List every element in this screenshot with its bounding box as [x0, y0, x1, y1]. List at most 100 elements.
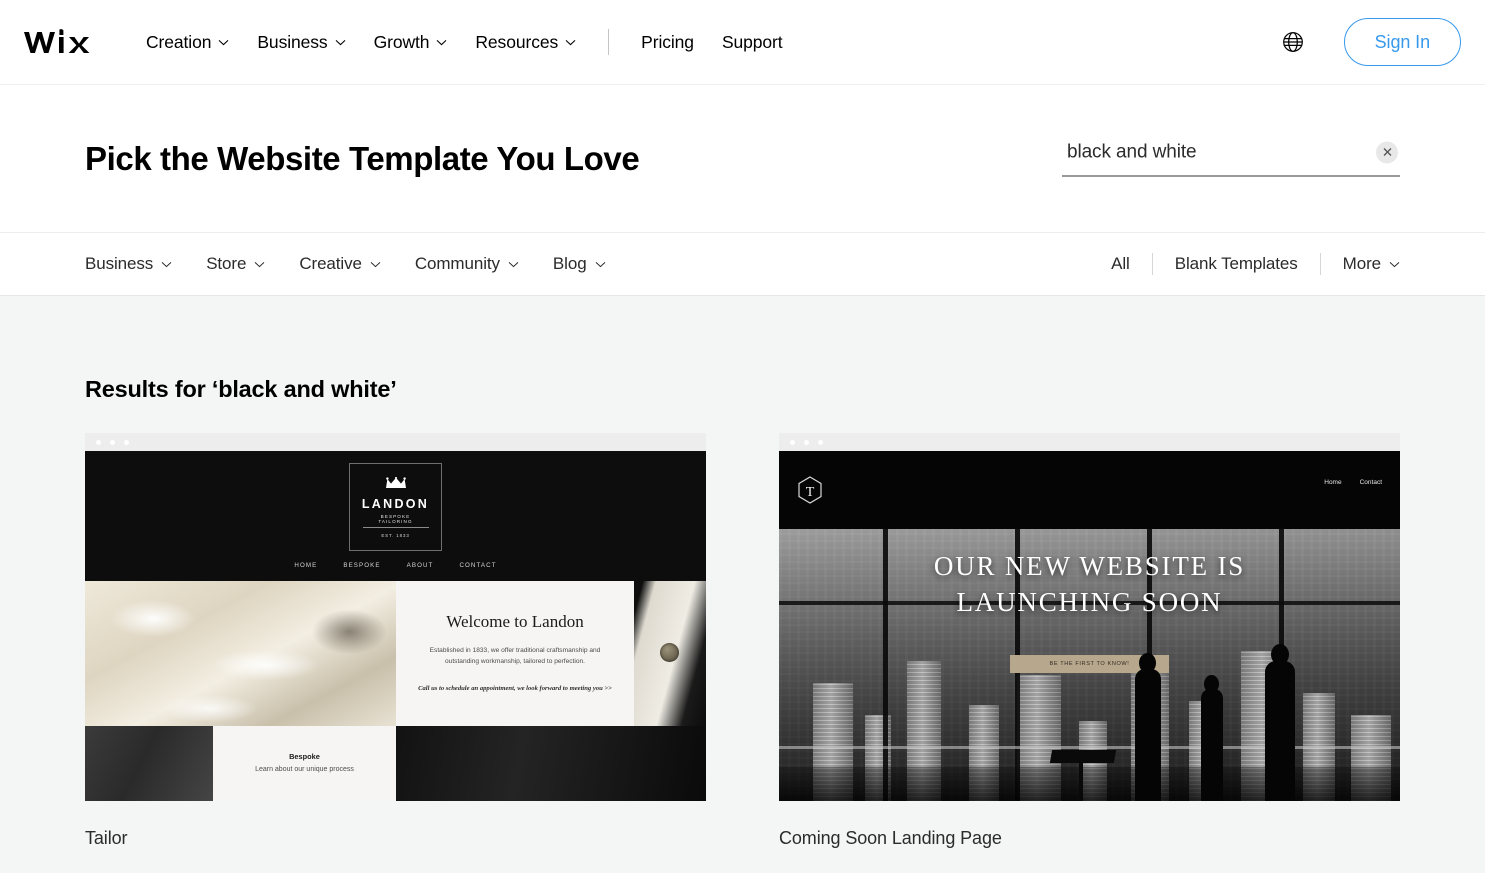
sign-in-label: Sign In: [1375, 32, 1430, 53]
headline-line-1: OUR NEW WEBSITE IS: [779, 549, 1400, 585]
category-label: Blog: [553, 254, 587, 274]
category-community[interactable]: Community: [398, 254, 536, 274]
headline-line-2: LAUNCHING SOON: [779, 585, 1400, 621]
landon-brand-name: LANDON: [362, 498, 429, 511]
nav-item-growth[interactable]: Growth: [360, 0, 462, 84]
chevron-down-icon: [370, 261, 381, 268]
chevron-down-icon: [595, 261, 606, 268]
browser-chrome-bar: [85, 433, 706, 451]
category-creative[interactable]: Creative: [282, 254, 398, 274]
chevron-down-icon: [254, 261, 265, 268]
filter-label: All: [1111, 254, 1130, 274]
landon-tagline: BESPOKE TAILORING: [363, 514, 429, 528]
page-title: Pick the Website Template You Love: [85, 140, 639, 178]
chevron-down-icon: [565, 39, 576, 46]
podium: [1050, 750, 1116, 763]
template-caption: Tailor: [85, 828, 706, 849]
nav-item-business[interactable]: Business: [243, 0, 359, 84]
landon-header: LANDON BESPOKE TAILORING EST. 1833 HOME …: [85, 451, 706, 581]
cream-fabric-image: [85, 581, 396, 726]
coming-soon-nav-contact[interactable]: Contact: [1360, 479, 1382, 486]
chevron-down-icon: [1389, 261, 1400, 268]
svg-text:T: T: [806, 485, 815, 500]
category-label: Creative: [299, 254, 362, 274]
chevron-down-icon: [335, 39, 346, 46]
template-card-coming-soon[interactable]: T Home Contact OUR NEW WEBSITE IS LAUNCH…: [779, 433, 1400, 849]
coming-soon-nav-home[interactable]: Home: [1324, 479, 1341, 486]
globe-icon[interactable]: [1276, 25, 1310, 59]
template-grid: LANDON BESPOKE TAILORING EST. 1833 HOME …: [85, 433, 1400, 849]
nav-item-resources[interactable]: Resources: [461, 0, 590, 84]
template-preview-frame: LANDON BESPOKE TAILORING EST. 1833 HOME …: [85, 433, 706, 801]
landon-welcome-body: Established in 1833, we offer traditiona…: [428, 646, 603, 668]
landon-footer-row: Bespoke Learn about our unique process: [85, 726, 706, 801]
category-store[interactable]: Store: [189, 254, 282, 274]
filter-all[interactable]: All: [1089, 254, 1152, 274]
template-preview-frame: T Home Contact OUR NEW WEBSITE IS LAUNCH…: [779, 433, 1400, 801]
landon-welcome-block: Welcome to Landon Established in 1833, w…: [396, 581, 634, 726]
landon-nav-about[interactable]: ABOUT: [407, 562, 434, 569]
template-card-tailor[interactable]: LANDON BESPOKE TAILORING EST. 1833 HOME …: [85, 433, 706, 849]
category-business[interactable]: Business: [85, 254, 189, 274]
landon-bespoke-sub: Learn about our unique process: [255, 765, 354, 776]
nav-item-label: Growth: [374, 32, 430, 53]
filter-blank-templates[interactable]: Blank Templates: [1153, 254, 1320, 274]
landon-nav: HOME BESPOKE ABOUT CONTACT: [294, 562, 496, 569]
landon-hero-row: Welcome to Landon Established in 1833, w…: [85, 581, 706, 726]
chrome-dot: [790, 440, 795, 445]
chevron-down-icon: [436, 39, 447, 46]
cta-label: BE THE FIRST TO KNOW!: [1050, 661, 1130, 667]
balcony-rail: [779, 746, 1400, 749]
nav-item-label: Creation: [146, 32, 211, 53]
category-label: Store: [206, 254, 246, 274]
person-silhouette: [1135, 669, 1161, 801]
category-bar: Business Store Creative Community Blog: [0, 232, 1485, 296]
landon-bespoke-card: Bespoke Learn about our unique process: [213, 726, 396, 801]
search-input[interactable]: [1062, 141, 1376, 163]
person-head: [1204, 675, 1219, 693]
crown-icon: [385, 476, 407, 494]
landon-nav-home[interactable]: HOME: [294, 562, 317, 569]
hexagon-t-logo: T: [795, 475, 825, 505]
filter-more[interactable]: More: [1321, 254, 1400, 274]
nav-divider: [608, 29, 609, 55]
landon-bespoke-title: Bespoke: [289, 752, 320, 761]
button-fabric-image: [634, 581, 706, 726]
sign-in-button[interactable]: Sign In: [1344, 18, 1461, 66]
results-section: Results for ‘black and white’: [0, 296, 1485, 873]
coat-button-detail: [660, 643, 679, 662]
dark-fabric-image: [85, 726, 213, 801]
landon-established: EST. 1833: [381, 533, 409, 538]
podium-leg: [1079, 761, 1083, 801]
clear-search-button[interactable]: [1376, 141, 1398, 163]
category-blog[interactable]: Blog: [536, 254, 623, 274]
search-row: [1062, 141, 1400, 176]
landon-nav-contact[interactable]: CONTACT: [459, 562, 496, 569]
site-header: Creation Business Growth Resources Pr: [0, 0, 1485, 84]
browser-chrome-bar: [779, 433, 1400, 451]
filter-label: More: [1343, 254, 1381, 274]
nav-link-label: Support: [722, 32, 783, 53]
nav-link-pricing[interactable]: Pricing: [627, 0, 708, 84]
wix-logo[interactable]: [22, 25, 102, 59]
nav-item-creation[interactable]: Creation: [132, 0, 243, 84]
chevron-down-icon: [218, 39, 229, 46]
landon-nav-bespoke[interactable]: BESPOKE: [343, 562, 380, 569]
landon-welcome-heading: Welcome to Landon: [446, 612, 583, 632]
coming-soon-header: T Home Contact: [779, 451, 1400, 529]
coming-soon-nav: Home Contact: [1324, 479, 1382, 486]
coming-soon-headline: OUR NEW WEBSITE IS LAUNCHING SOON: [779, 549, 1400, 620]
category-list: Business Store Creative Community Blog: [85, 254, 623, 274]
filter-label: Blank Templates: [1175, 254, 1298, 274]
chevron-down-icon: [161, 261, 172, 268]
chrome-dot: [124, 440, 129, 445]
foreground-floor: [779, 767, 1400, 801]
chrome-dot: [818, 440, 823, 445]
person-head: [1271, 644, 1289, 665]
nav-item-label: Business: [257, 32, 327, 53]
nav-link-support[interactable]: Support: [708, 0, 797, 84]
landon-welcome-cta: Call us to schedule an appointment, we l…: [418, 684, 612, 695]
chevron-down-icon: [508, 261, 519, 268]
person-silhouette: [1201, 689, 1223, 801]
person-silhouette: [1265, 661, 1295, 801]
